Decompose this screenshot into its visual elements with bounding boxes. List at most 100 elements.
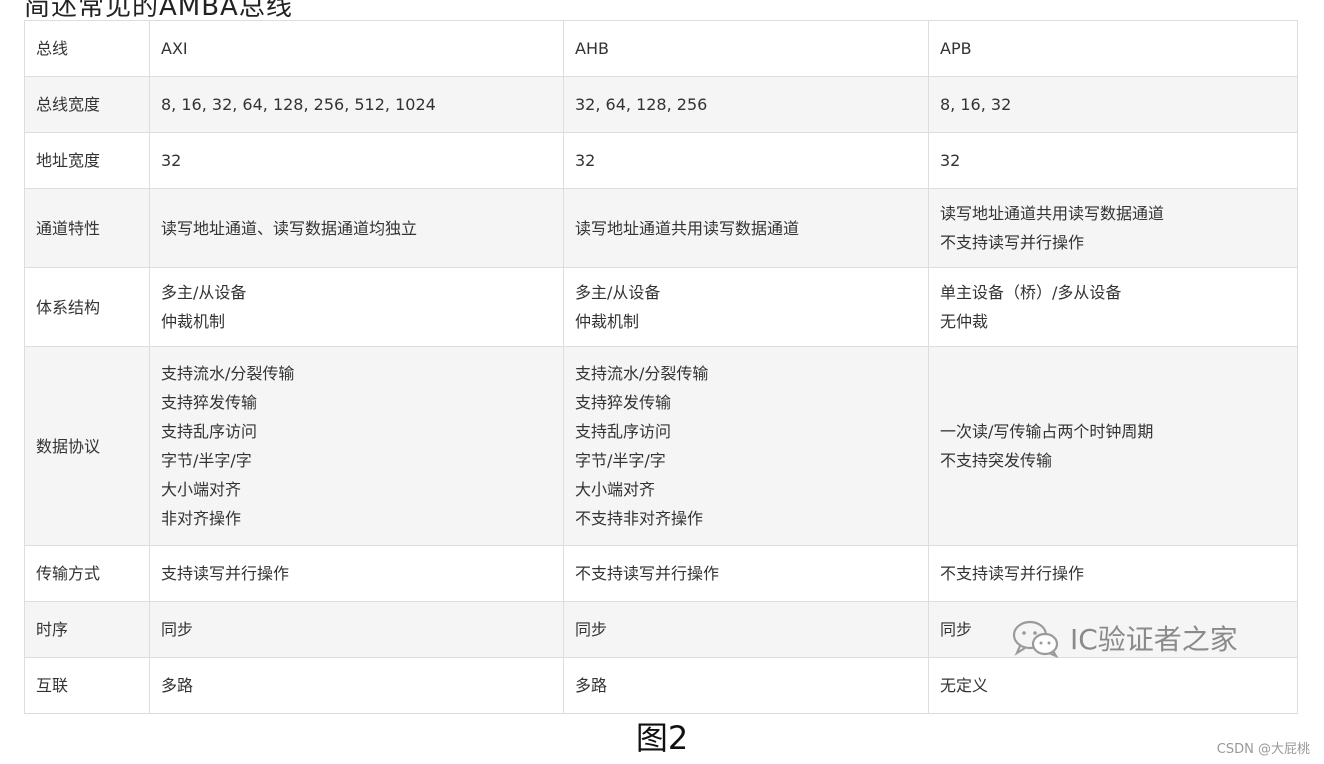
amba-bus-comparison-table: 总线 AXI AHB APB 总线宽度 8, 16, 32, 64, 128, 256, … <box>24 20 1298 714</box>
table-cell: 32 <box>928 132 1298 189</box>
cell-text-line: 8, 16, 32, 64, 128, 256, 512, 1024 <box>161 95 436 114</box>
row-label: 地址宽度 <box>36 151 101 170</box>
row-label-cell: 通道特性 <box>24 188 150 268</box>
table-cell: 一次读/写传输占两个时钟周期 不支持突发传输 <box>928 346 1298 546</box>
figure-caption: 图2 <box>635 719 689 757</box>
table-cell: 8, 16, 32, 64, 128, 256, 512, 1024 <box>149 76 564 133</box>
wechat-icon <box>1010 618 1062 658</box>
cell-text-line: APB <box>940 39 972 58</box>
cell-text-line: 8, 16, 32 <box>940 95 1012 114</box>
table-cell: 多路 <box>149 657 564 714</box>
table-row: 总线宽度 8, 16, 32, 64, 128, 256, 512, 1024 32… <box>24 76 1298 133</box>
table-cell: 同步 <box>563 601 929 658</box>
table-cell: 多主/从设备 仲裁机制 <box>149 267 564 347</box>
table-row: 总线 AXI AHB APB <box>24 20 1298 77</box>
table-cell: 支持流水/分裂传输 支持猝发传输 支持乱序访问 字节/半字/字 大小端对齐非对齐操作 <box>149 346 564 546</box>
cell-text-line: 支持乱序访问 <box>161 422 258 441</box>
table-cell: 支持读写并行操作 <box>149 545 564 602</box>
row-label: 通道特性 <box>36 218 101 238</box>
table-body: 总线 AXI AHB APB 总线宽度 8, 16, 32, 64, 128, 256, … <box>24 20 1298 714</box>
cell-text-line: 多路 <box>161 676 194 695</box>
table-cell: 不支持读写并行操作 <box>563 545 929 602</box>
cell-text-line: 仲裁机制 <box>575 312 640 331</box>
cell-text-line: 一次读/写传输占两个时钟周期 <box>940 422 1154 441</box>
row-label-cell: 体系结构 <box>24 267 150 347</box>
table-cell: 32 <box>149 132 564 189</box>
cell-text-line: 不支持读写并行操作 <box>940 564 1085 583</box>
cell-text-line: 非对齐操作 <box>161 509 242 528</box>
table-cell: 32, 64, 128, 256 <box>563 76 929 133</box>
table-row: 体系结构 多主/从设备 仲裁机制 多主/从设备 仲裁机制 单主设备（桥）/多从设备 无仲裁 <box>24 267 1298 347</box>
cell-text-line: 大小端对齐 <box>575 480 656 499</box>
row-label-cell: 总线宽度 <box>24 76 150 133</box>
row-label: 体系结构 <box>36 297 101 317</box>
table-cell: 读写地址通道、读写数据通道均独立 <box>149 188 564 268</box>
row-label-cell: 数据协议 <box>24 346 150 546</box>
row-label: 总线宽度 <box>36 95 101 114</box>
table-cell: 读写地址通道共用读写数据通道 <box>563 188 929 268</box>
cell-text-line: 读写地址通道、读写数据通道均独立 <box>161 218 418 238</box>
table-cell: 无定义 <box>928 657 1298 714</box>
cell-text-line: 32 <box>940 151 961 170</box>
cell-text-line: 不支持突发传输 <box>940 451 1053 470</box>
cell-text-line: 32, 64, 128, 256 <box>575 95 708 114</box>
table-cell: 32 <box>563 132 929 189</box>
cell-text-line: 读写地址通道共用读写数据通道 <box>940 204 1165 223</box>
row-label-cell: 互联 <box>24 657 150 714</box>
table-row: 通道特性 读写地址通道、读写数据通道均独立 读写地址通道共用读写数据通道 读写地址通道… <box>24 188 1298 268</box>
table-cell: 读写地址通道共用读写数据通道 不支持读写并行操作 <box>928 188 1298 268</box>
csdn-credit: CSDN @大屁桃 <box>1216 742 1310 757</box>
cell-text-line: 大小端对齐 <box>161 480 242 499</box>
cell-text-line: 支持读写并行操作 <box>161 564 290 583</box>
row-label: 时序 <box>36 620 69 639</box>
table-cell: 多主/从设备 仲裁机制 <box>563 267 929 347</box>
table-row: 地址宽度 32 32 32 <box>24 132 1298 189</box>
cell-text-line: 仲裁机制 <box>161 312 226 331</box>
cell-text-line: 字节/半字/字 <box>575 451 666 470</box>
cell-text-line: AXI <box>161 39 188 58</box>
cell-text-line: 同步 <box>575 620 608 639</box>
cell-text-line: 读写地址通道共用读写数据通道 <box>575 218 800 238</box>
table-cell: AHB <box>563 20 929 77</box>
cell-text-line: 无仲裁 <box>940 312 989 331</box>
cell-text-line: 无定义 <box>940 676 989 695</box>
cell-text-line: 不支持读写并行操作 <box>575 564 720 583</box>
cell-text-line: 支持流水/分裂传输 <box>161 364 295 383</box>
cell-text-line: 单主设备（桥）/多从设备 <box>940 283 1122 302</box>
table-cell: 单主设备（桥）/多从设备 无仲裁 <box>928 267 1298 347</box>
row-label: 总线 <box>36 39 69 58</box>
row-label: 数据协议 <box>36 436 101 456</box>
row-label-cell: 总线 <box>24 20 150 77</box>
cell-text-line: 32 <box>575 151 596 170</box>
row-label: 传输方式 <box>36 564 101 583</box>
cell-text-line: 同步 <box>161 620 194 639</box>
row-label-cell: 时序 <box>24 601 150 658</box>
cell-text-line: 多主/从设备 <box>575 283 661 302</box>
cell-text-line: 32 <box>161 151 182 170</box>
cell-text-line: 字节/半字/字 <box>161 451 252 470</box>
cell-text-line: 支持猝发传输 <box>161 393 258 412</box>
cell-text-line: 支持流水/分裂传输 <box>575 364 709 383</box>
table-cell: 支持流水/分裂传输 支持猝发传输 支持乱序访问 字节/半字/字 大小端对齐不支持非对齐操… <box>563 346 929 546</box>
table-cell: 同步 <box>149 601 564 658</box>
watermark-text: IC验证者之家 <box>1070 623 1238 656</box>
table-cell: APB <box>928 20 1298 77</box>
table-row: 传输方式 支持读写并行操作 不支持读写并行操作 不支持读写并行操作 <box>24 545 1298 602</box>
table-cell: 多路 <box>563 657 929 714</box>
table-row: 数据协议 支持流水/分裂传输 支持猝发传输 支持乱序访问 字节/半字/字 大小端对齐 非对齐… <box>24 346 1298 546</box>
wechat-watermark: IC验证者之家 <box>1010 618 1238 658</box>
row-label: 互联 <box>36 676 69 695</box>
cell-text-line: 不支持非对齐操作 <box>575 509 704 528</box>
row-label-cell: 传输方式 <box>24 545 150 602</box>
table-cell: AXI <box>149 20 564 77</box>
cell-text-line: 不支持读写并行操作 <box>940 233 1085 252</box>
cell-text-line: AHB <box>575 39 609 58</box>
cell-text-line: 多路 <box>575 676 608 695</box>
table-row: 互联 多路 多路 无定义 <box>24 657 1298 714</box>
table-cell: 8, 16, 32 <box>928 76 1298 133</box>
cell-text-line: 多主/从设备 <box>161 283 247 302</box>
cell-text-line: 支持乱序访问 <box>575 422 672 441</box>
table-cell: 不支持读写并行操作 <box>928 545 1298 602</box>
row-label-cell: 地址宽度 <box>24 132 150 189</box>
cell-text-line: 支持猝发传输 <box>575 393 672 412</box>
